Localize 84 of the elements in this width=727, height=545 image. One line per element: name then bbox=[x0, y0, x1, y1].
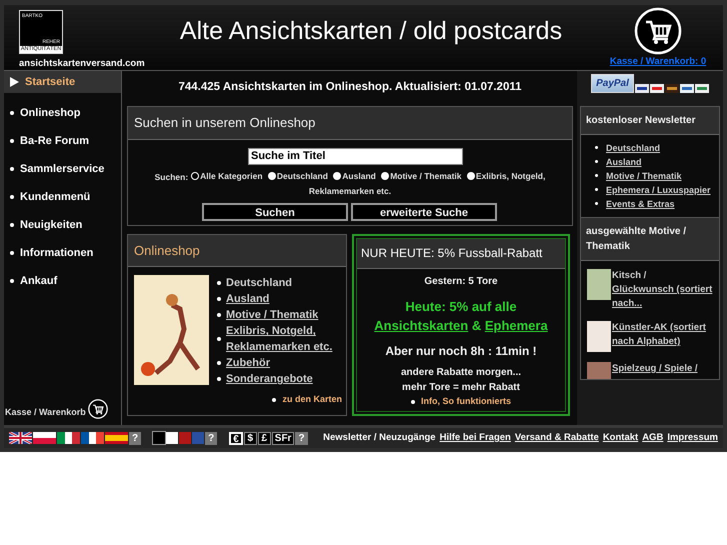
newsletter-link[interactable]: Motive / Thematik bbox=[606, 169, 682, 183]
info-link[interactable]: Info, So funktionierts bbox=[421, 394, 511, 408]
footer-link[interactable]: Impressum bbox=[667, 430, 718, 446]
card-logo-icon bbox=[650, 84, 664, 93]
color-swatch[interactable] bbox=[179, 432, 192, 444]
color-swatch[interactable] bbox=[166, 432, 178, 444]
flag-icon[interactable] bbox=[57, 432, 80, 444]
search-field[interactable]: Suche im Titel bbox=[248, 148, 463, 165]
thumbnail-placeholder bbox=[587, 321, 611, 352]
help-button[interactable]: ? bbox=[295, 432, 308, 444]
newsletter-link[interactable]: Ausland bbox=[606, 155, 642, 169]
newsletter-link[interactable]: Ephemera / Luxuspapier bbox=[606, 183, 711, 197]
nav-item[interactable]: Startseite bbox=[4, 71, 121, 93]
search-button[interactable]: erweiterte Suche bbox=[351, 202, 497, 221]
category-link[interactable]: Zubehör bbox=[226, 355, 270, 372]
paypal-logo: PayPal bbox=[591, 74, 634, 93]
footer-link[interactable]: Kontakt bbox=[602, 430, 638, 446]
panel-title: Onlineshop bbox=[128, 234, 346, 268]
currency-button[interactable]: SFr bbox=[272, 432, 294, 444]
nav-item[interactable]: Ankauf bbox=[4, 267, 121, 295]
radio-option-label: Reklamemarken etc. bbox=[308, 186, 392, 196]
card-logo-icon bbox=[694, 84, 709, 93]
footer-link[interactable]: Versand & Rabatte bbox=[514, 430, 599, 446]
radio-option[interactable]: Motive / Thematik bbox=[378, 168, 462, 183]
card-logo-icon bbox=[664, 84, 679, 93]
newsletter-link[interactable]: Deutschland bbox=[606, 141, 660, 155]
search-label: Suchen: bbox=[154, 172, 188, 182]
offer-text: Heute: 5% auf alle bbox=[404, 298, 518, 316]
category-link[interactable]: Sonderangebote bbox=[226, 371, 313, 388]
nav-item[interactable]: Neuigkeiten bbox=[4, 211, 121, 239]
help-button[interactable]: ? bbox=[129, 432, 142, 444]
cart-link[interactable]: Kasse / Warenkorb: 0 bbox=[610, 55, 706, 70]
thumbnail-placeholder bbox=[587, 269, 611, 300]
radio-option[interactable]: Exlibris, Notgeld, bbox=[464, 168, 546, 183]
site-name: ansichtskartenversand.com bbox=[19, 57, 146, 71]
newsletter-link[interactable]: Events & Extras bbox=[606, 197, 675, 211]
flag-icon[interactable] bbox=[81, 432, 104, 444]
cart-icon[interactable] bbox=[88, 399, 108, 419]
footer-link[interactable]: Hilfe bei Fragen bbox=[440, 430, 511, 446]
nav-item[interactable]: Ba-Re Forum bbox=[4, 127, 121, 155]
help-button[interactable]: ? bbox=[205, 432, 218, 444]
countdown-text: Aber nur noch 8h : 11min ! bbox=[385, 342, 537, 360]
card-logo-icon bbox=[634, 84, 649, 93]
cart-link[interactable]: Kasse / Warenkorb bbox=[5, 406, 86, 419]
nav-item[interactable]: Onlineshop bbox=[4, 99, 121, 127]
promo-text: mehr Tore = mehr Rabatt bbox=[402, 380, 520, 395]
color-swatch[interactable] bbox=[153, 432, 166, 444]
promo-text: Gestern: 5 Tore bbox=[424, 274, 498, 289]
motive-link[interactable]: Spielzeug / Spiele / bbox=[612, 362, 698, 376]
motive-link[interactable]: Künstler-AK (sortiert nach Alphabet) bbox=[612, 321, 713, 349]
currency-button[interactable]: $ bbox=[244, 432, 257, 444]
panel-title: ausgewählte Motive / Thematik bbox=[581, 218, 719, 261]
flag-icon[interactable] bbox=[33, 432, 56, 444]
cart-icon[interactable] bbox=[634, 7, 682, 55]
panel-title: NUR HEUTE: 5% Fussball-Rabatt bbox=[356, 238, 566, 269]
footer-text: Newsletter / Neuzugänge bbox=[323, 430, 436, 445]
offer-text: & bbox=[472, 318, 482, 333]
currency-button[interactable]: € bbox=[229, 432, 243, 444]
site-title: Alte Ansichtskarten / old postcards bbox=[178, 16, 564, 47]
radio-option[interactable]: Deutschland bbox=[264, 168, 328, 183]
offer-link[interactable]: Ansichtskarten bbox=[374, 318, 468, 333]
motive-label: Kitsch / bbox=[612, 269, 648, 283]
category-link[interactable]: Ausland bbox=[226, 291, 270, 308]
headline: 744.425 Ansichtskarten im Onlineshop. Aktualisiert: 01.07.2011 bbox=[177, 80, 523, 95]
card-logo-icon bbox=[680, 84, 694, 93]
motive-link[interactable]: Glückwunsch (sortiert nach... bbox=[612, 283, 713, 311]
footer-link[interactable]: AGB bbox=[642, 430, 664, 446]
nav-item[interactable]: Sammlerservice bbox=[4, 155, 121, 183]
more-link[interactable]: zu den Karten bbox=[282, 393, 342, 407]
panel-title: Suchen in unserem Onlineshop bbox=[128, 107, 572, 140]
radio-option[interactable]: Ausland bbox=[330, 168, 376, 183]
offer-link[interactable]: Ephemera bbox=[484, 318, 548, 333]
search-button[interactable]: Suchen bbox=[202, 202, 348, 221]
radio-option[interactable]: Alle Kategorien bbox=[188, 168, 263, 183]
currency-button[interactable]: £ bbox=[258, 432, 271, 444]
nav-item[interactable]: Informationen bbox=[4, 239, 121, 267]
category-link[interactable]: Motive / Thematik bbox=[226, 307, 318, 324]
nav-item[interactable]: Kundenmenü bbox=[4, 183, 121, 211]
category-link[interactable]: Exlibris, Notgeld, Reklamemarken etc. bbox=[226, 323, 340, 356]
promo-text: andere Rabatte morgen... bbox=[400, 366, 522, 380]
category-link[interactable]: Deutschland bbox=[226, 275, 292, 292]
panel-title: kostenloser Newsletter bbox=[581, 107, 719, 135]
flag-icon[interactable] bbox=[9, 432, 32, 444]
color-swatch[interactable] bbox=[192, 432, 204, 444]
